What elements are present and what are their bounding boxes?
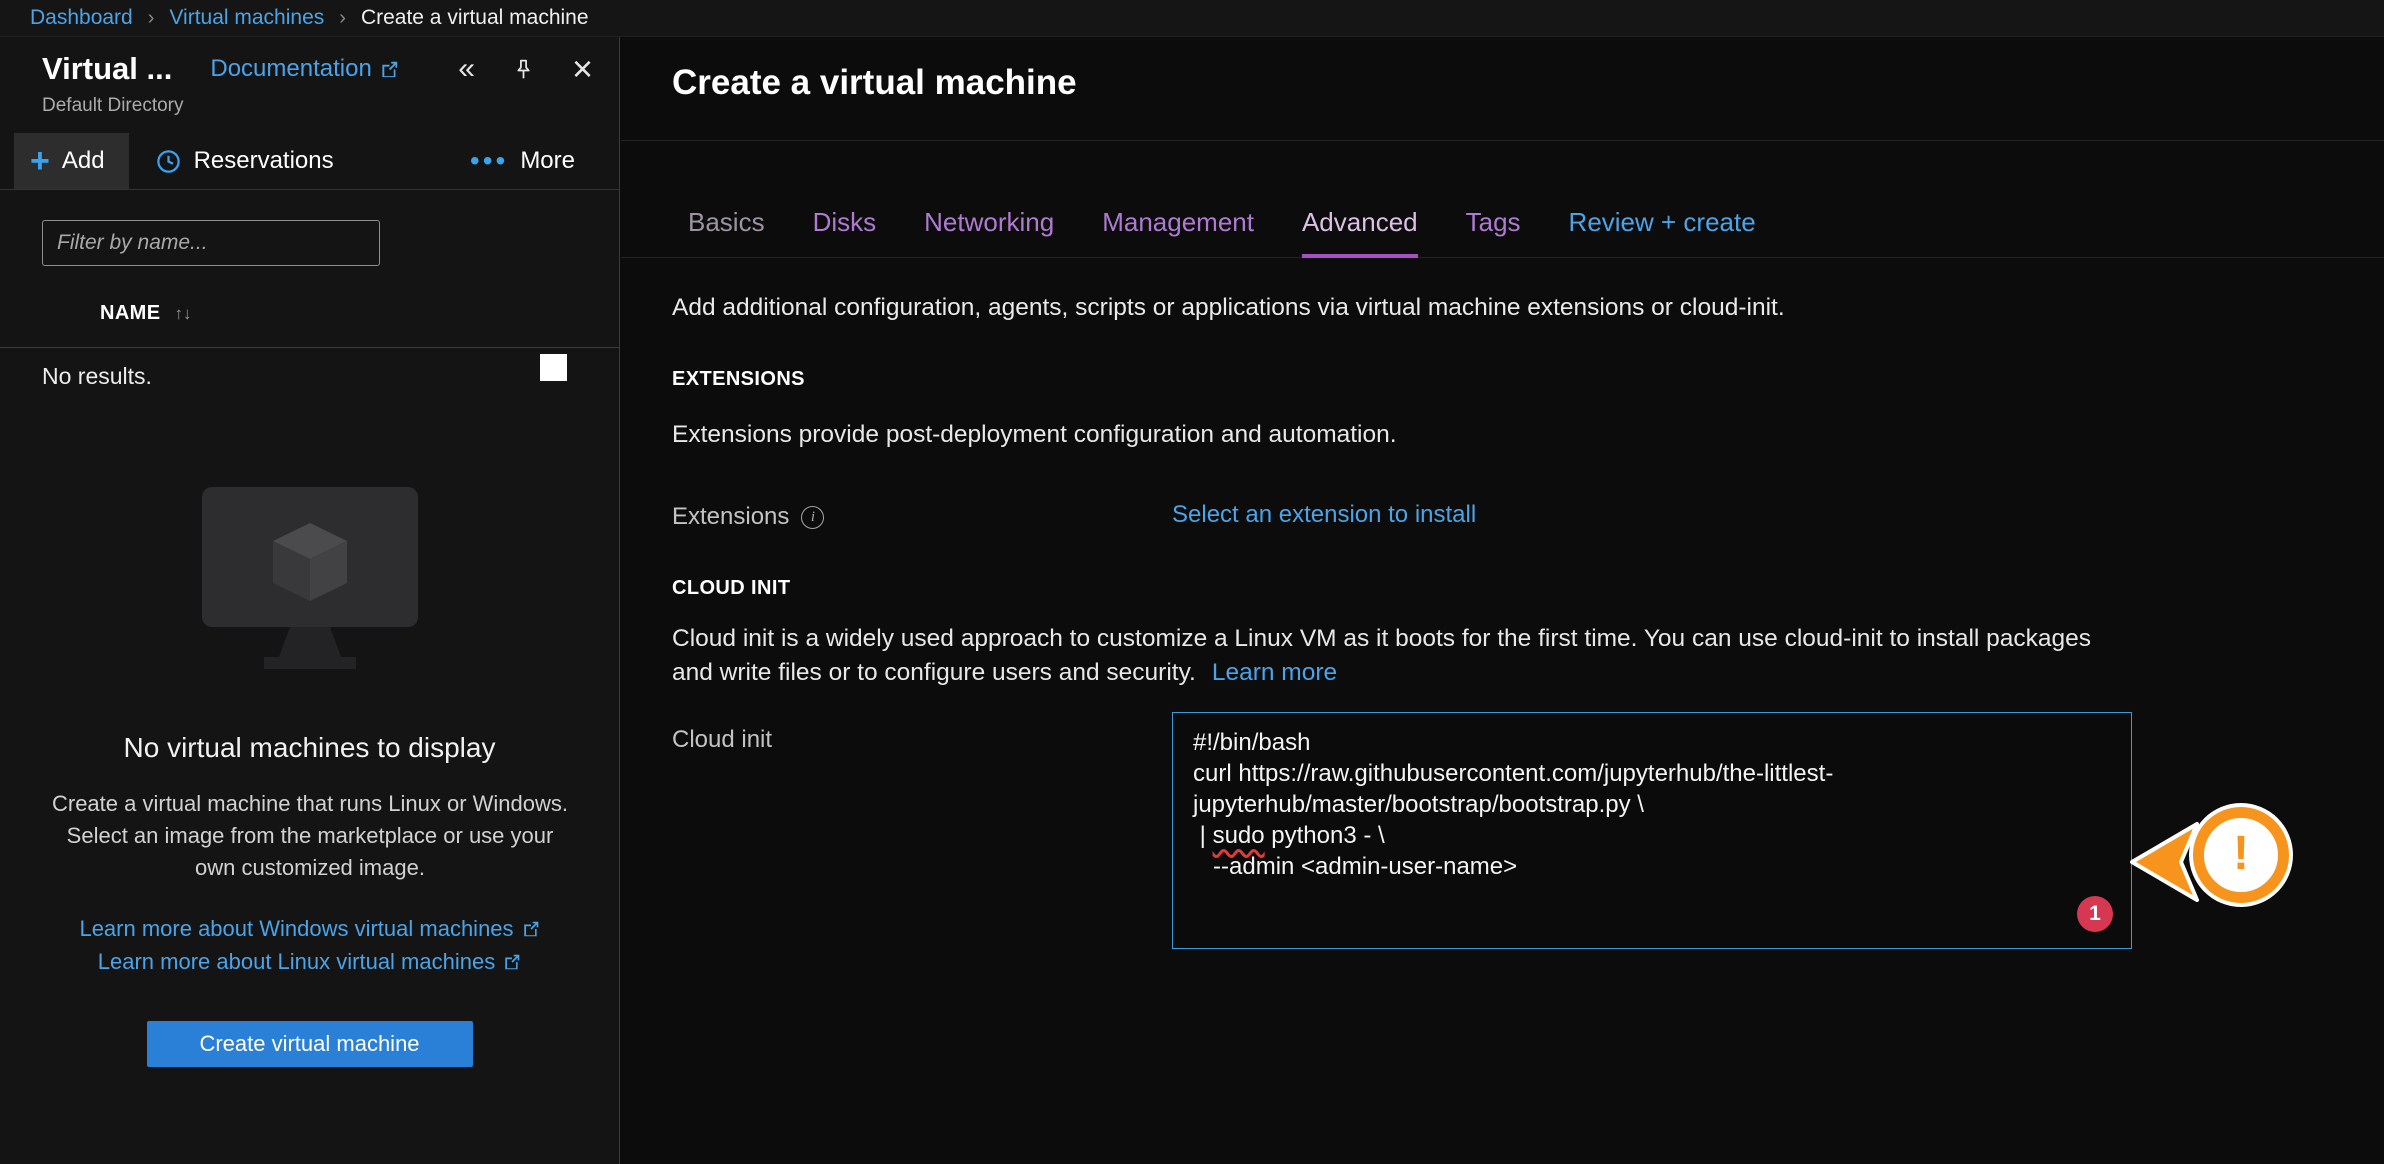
extensions-description: Extensions provide post-deployment confi… — [672, 421, 2384, 449]
breadcrumb: Dashboard › Virtual machines › Create a virt… — [0, 0, 2384, 37]
panel-toolbar: + Add Reservations ••• More — [0, 133, 619, 190]
clock-icon — [155, 148, 182, 175]
add-button[interactable]: + Add — [14, 133, 129, 189]
misspelled-word: sudo — [1213, 822, 1265, 849]
learn-linux-label: Learn more about Linux virtual machines — [98, 949, 495, 975]
page-title: Create a virtual machine — [621, 37, 2384, 103]
code-line: #!/bin/bash — [1193, 727, 2111, 758]
cloud-init-label: Cloud init — [672, 726, 772, 754]
pin-button[interactable] — [511, 57, 536, 82]
reservations-button[interactable]: Reservations — [155, 133, 334, 189]
panel-header: Virtual ... Documentation « — [0, 37, 619, 117]
intro-text: Add additional configuration, agents, sc… — [672, 294, 2384, 322]
extensions-label: Extensions — [672, 503, 789, 531]
reservations-label: Reservations — [194, 147, 334, 175]
tab-disks[interactable]: Disks — [813, 207, 877, 258]
tab-networking[interactable]: Networking — [924, 207, 1054, 258]
select-extension-link[interactable]: Select an extension to install — [1172, 501, 1476, 529]
close-icon: × — [572, 51, 593, 87]
tab-review-create[interactable]: Review + create — [1569, 207, 1756, 258]
name-column-header[interactable]: NAME — [100, 302, 161, 325]
tab-advanced[interactable]: Advanced — [1302, 207, 1418, 258]
external-link-icon — [380, 60, 399, 79]
row-checkbox[interactable] — [540, 354, 567, 381]
cloud-init-field-row: Cloud init #!/bin/bashcurl https://raw.g… — [672, 712, 2384, 949]
learn-windows-label: Learn more about Windows virtual machine… — [79, 916, 513, 942]
double-chevron-left-icon: « — [458, 54, 475, 84]
header-divider — [621, 140, 2384, 141]
extensions-field-row: Extensions i Select an extension to inst… — [672, 501, 2384, 531]
more-button[interactable]: ••• More — [470, 133, 575, 189]
breadcrumb-separator: › — [148, 7, 155, 30]
empty-state-description: Create a virtual machine that runs Linux… — [44, 788, 576, 884]
breadcrumb-current: Create a virtual machine — [361, 6, 589, 30]
extensions-heading: EXTENSIONS — [672, 368, 2384, 391]
pin-icon — [511, 57, 536, 82]
code-line: curl https://raw.githubusercontent.com/j… — [1193, 758, 2111, 789]
error-count-badge: 1 — [2077, 896, 2113, 932]
no-results-row: No results. — [0, 348, 619, 403]
cloud-init-description: Cloud init is a widely used approach to … — [672, 622, 2097, 690]
vm-monitor-illustration — [202, 487, 418, 685]
documentation-link[interactable]: Documentation — [210, 55, 398, 83]
more-label: More — [520, 147, 575, 175]
no-results-label: No results. — [42, 363, 152, 389]
annotation-alert-icon: ! — [2193, 807, 2289, 903]
ellipsis-icon: ••• — [470, 147, 508, 175]
create-vm-button[interactable]: Create virtual machine — [147, 1021, 473, 1067]
breadcrumb-separator: › — [339, 7, 346, 30]
breadcrumb-link[interactable]: Virtual machines — [169, 6, 324, 30]
plus-icon: + — [30, 146, 50, 177]
documentation-label: Documentation — [210, 55, 371, 83]
exclamation-glyph: ! — [2233, 826, 2249, 881]
code-line: | sudo python3 - \ — [1193, 820, 2111, 851]
cloud-init-code: #!/bin/bashcurl https://raw.githubuserco… — [1193, 727, 2111, 882]
learn-windows-link[interactable]: Learn more about Windows virtual machine… — [79, 916, 539, 942]
external-link-icon — [522, 920, 540, 938]
directory-label: Default Directory — [42, 95, 593, 117]
cloud-init-editor[interactable]: #!/bin/bashcurl https://raw.githubuserco… — [1172, 712, 2132, 949]
external-link-icon — [503, 953, 521, 971]
tab-management[interactable]: Management — [1102, 207, 1254, 258]
close-panel-button[interactable]: × — [572, 51, 593, 87]
vm-list-panel: Virtual ... Documentation « — [0, 37, 620, 1164]
breadcrumb-link[interactable]: Dashboard — [30, 6, 133, 30]
create-vm-content: Create a virtual machine Basics Disks Netw… — [621, 37, 2384, 1164]
annotation-callout: ! — [2129, 805, 2329, 917]
cloud-init-description-text: Cloud init is a widely used approach to … — [672, 625, 2091, 686]
tab-tags[interactable]: Tags — [1466, 207, 1521, 258]
filter-input[interactable] — [42, 220, 380, 266]
code-line: jupyterhub/master/bootstrap/bootstrap.py… — [1193, 789, 2111, 820]
info-glyph: i — [811, 509, 815, 526]
code-line: --admin <admin-user-name> — [1193, 851, 2111, 882]
azure-portal-window: Dashboard › Virtual machines › Create a virt… — [0, 0, 2384, 1164]
list-header: NAME ↑↓ — [0, 302, 619, 325]
empty-state-title: No virtual machines to display — [44, 732, 575, 764]
add-label: Add — [62, 147, 105, 175]
empty-state: No virtual machines to display Create a … — [0, 487, 619, 1067]
learn-linux-link[interactable]: Learn more about Linux virtual machines — [98, 949, 521, 975]
cloud-init-heading: CLOUD INIT — [672, 577, 2384, 600]
sort-icon: ↑↓ — [175, 304, 192, 324]
panel-title: Virtual ... — [42, 51, 172, 87]
breadcrumb-items: Dashboard › Virtual machines › Create a virt… — [30, 6, 589, 30]
info-icon[interactable]: i — [801, 506, 824, 529]
tabs: Basics Disks Networking Management Advanced T… — [621, 207, 2384, 258]
tab-basics[interactable]: Basics — [688, 207, 765, 258]
collapse-panel-button[interactable]: « — [458, 54, 475, 84]
learn-more-link[interactable]: Learn more — [1212, 659, 1337, 686]
